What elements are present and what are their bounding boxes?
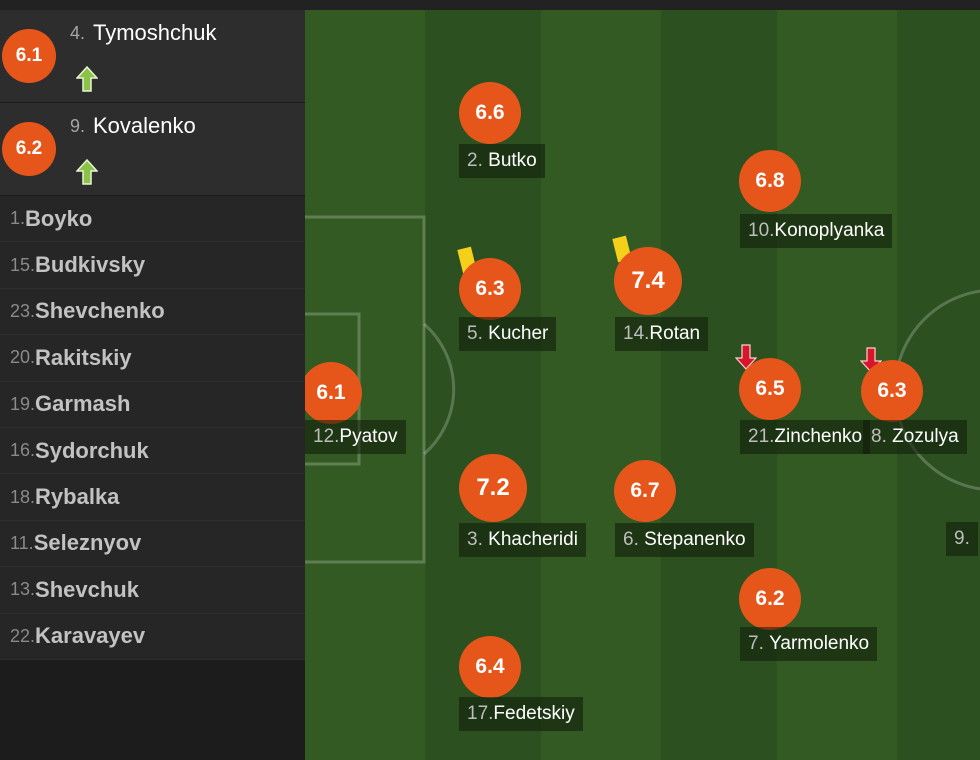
player-name[interactable]: Shevchuk [35, 577, 139, 603]
sub-in-arrow-icon [76, 159, 98, 185]
bench-player-row[interactable]: 19. Garmash [0, 381, 305, 428]
player-name: Butko [488, 150, 537, 171]
player-rating-badge: 6.2 [2, 122, 56, 176]
bench-player-row[interactable]: 15. Budkivsky [0, 242, 305, 289]
player-number: 5. [467, 323, 483, 344]
player-number: 3. [467, 529, 483, 550]
player-name: Rotan [649, 323, 701, 344]
player-name: Pyatov [339, 426, 398, 447]
player-name[interactable]: Sydorchuk [35, 438, 149, 464]
player-name[interactable]: Rybalka [35, 484, 119, 510]
player-rating-badge: 6.8 [739, 150, 801, 212]
player-label[interactable]: 12. Pyatov [305, 420, 406, 454]
player-name: Stepanenko [644, 529, 746, 550]
player-name: Khacheridi [488, 529, 578, 550]
player-name[interactable]: Tymoshchuk [93, 20, 217, 46]
sub-in-arrow-icon [76, 66, 98, 92]
player-name: Zozulya [892, 426, 959, 447]
bench-player-row[interactable]: 22. Karavayev [0, 613, 305, 660]
player-name[interactable]: Budkivsky [35, 252, 145, 278]
player-number: 23. [10, 300, 36, 321]
player-number: 16. [10, 440, 36, 461]
bench-player-row[interactable]: 23. Shevchenko [0, 288, 305, 336]
player-name: Kucher [488, 323, 549, 344]
player-number: 17. [467, 703, 494, 724]
player-label[interactable]: 8. Zozulya [863, 420, 967, 454]
player-number: 8. [871, 426, 887, 447]
bench-player-row[interactable]: 13. Shevchuk [0, 567, 305, 614]
player-name: Yarmolenko [769, 633, 870, 654]
substitute-row[interactable]: 6.1 4. Tymoshchuk [0, 10, 305, 103]
player-rating-badge: 6.2 [739, 568, 801, 630]
player-name[interactable]: Rakitskiy [35, 345, 132, 371]
player-label[interactable]: 21. Zinchenko [740, 420, 871, 454]
player-number: 1. [10, 208, 26, 229]
player-number: 4. [70, 23, 86, 43]
player-number: 18. [10, 486, 36, 507]
substitute-row[interactable]: 6.2 9. Kovalenko [0, 103, 305, 196]
lineup-sidebar: 6.1 4. Tymoshchuk 6.2 9. Kovalenko 1. Boy… [0, 10, 305, 760]
player-number: 12. [313, 426, 340, 447]
bench-player-row[interactable]: 11. Seleznyov [0, 520, 305, 568]
player-name[interactable]: Shevchenko [35, 298, 165, 324]
player-name[interactable]: Kovalenko [93, 113, 196, 139]
player-number: 2. [467, 150, 483, 171]
player-rating-badge: 6.3 [861, 360, 923, 422]
player-label[interactable]: 6. Stepanenko [615, 523, 754, 557]
player-label[interactable]: 3. Khacheridi [459, 523, 586, 557]
player-label[interactable]: 5. Kucher [459, 317, 557, 351]
player-name: Konoplyanka [774, 220, 885, 241]
pitch: 6.6 2. Butko 6.8 10. Konoplyanka 6.3 5. K… [305, 10, 980, 760]
player-rating-badge: 6.1 [2, 29, 56, 83]
player-rating-badge: 6.7 [614, 460, 676, 522]
player-rating-badge: 6.4 [459, 636, 521, 698]
player-number: 13. [10, 579, 36, 600]
player-number: 10. [748, 220, 775, 241]
player-rating-badge: 7.2 [459, 454, 527, 522]
player-number: 15. [10, 254, 36, 275]
player-label[interactable]: 10. Konoplyanka [740, 214, 893, 248]
player-name[interactable]: Boyko [25, 206, 92, 232]
player-number: 7. [748, 633, 764, 654]
player-label[interactable]: 17. Fedetskiy [459, 697, 583, 731]
player-rating-badge: 7.4 [614, 247, 682, 315]
bench-player-row[interactable]: 16. Sydorchuk [0, 427, 305, 475]
bench-player-row[interactable]: 1. Boyko [0, 196, 305, 243]
player-name: Fedetskiy [493, 703, 575, 724]
player-number: 11. [10, 532, 34, 553]
player-label[interactable]: 7. Yarmolenko [740, 627, 878, 661]
player-name: Zinchenko [774, 426, 863, 447]
player-number: 19. [10, 393, 36, 414]
player-label[interactable]: 9. [946, 522, 978, 556]
player-label[interactable]: 2. Butko [459, 144, 545, 178]
player-name[interactable]: Karavayev [35, 623, 145, 649]
player-number: 9. [70, 116, 86, 136]
player-number: 6. [623, 529, 639, 550]
player-number: 14. [623, 323, 650, 344]
player-name[interactable]: Seleznyov [34, 530, 142, 556]
player-number: 22. [10, 625, 36, 646]
player-number: 9. [954, 528, 970, 549]
player-rating-badge: 6.3 [459, 258, 521, 320]
player-label[interactable]: 14. Rotan [615, 317, 709, 351]
bench-player-row[interactable]: 20. Rakitskiy [0, 335, 305, 382]
player-number: 21. [748, 426, 775, 447]
top-bar [0, 0, 980, 10]
player-name[interactable]: Garmash [35, 391, 130, 417]
player-rating-badge: 6.5 [739, 358, 801, 420]
player-rating-badge: 6.6 [459, 82, 521, 144]
player-number: 20. [10, 347, 36, 368]
bench-player-row[interactable]: 18. Rybalka [0, 474, 305, 521]
